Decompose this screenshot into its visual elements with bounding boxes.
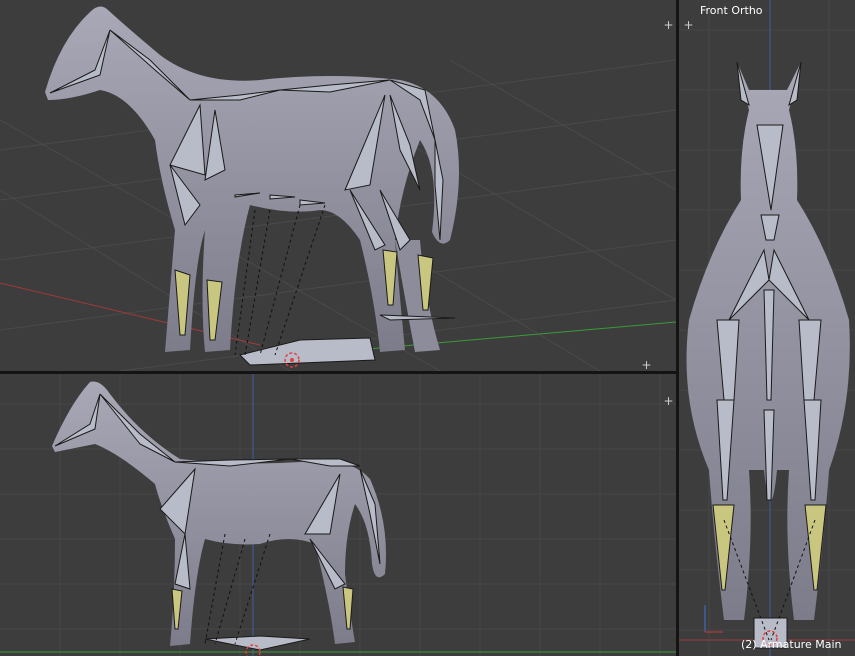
ik-lines-side — [204, 533, 271, 645]
perspective-scene — [0, 6, 676, 371]
viewport-front[interactable]: Front Ortho + (2) Armature Main — [679, 0, 855, 656]
plus-icon[interactable]: + — [663, 395, 674, 407]
horse-mesh — [45, 6, 459, 352]
viewport-perspective[interactable]: + + — [0, 0, 676, 371]
viewport-side[interactable]: + — [0, 374, 676, 656]
viewport-label: Front Ortho — [700, 4, 763, 17]
selected-bones-side — [171, 586, 354, 630]
plus-icon[interactable]: + — [683, 19, 694, 31]
object-info: (2) Armature Main — [741, 638, 842, 651]
horse-mesh-side — [52, 381, 386, 646]
plus-icon[interactable]: + — [663, 19, 674, 31]
front-scene — [679, 0, 855, 656]
side-scene — [0, 374, 676, 656]
axis-gizmo-icon — [704, 605, 723, 633]
plus-icon[interactable]: + — [641, 359, 652, 371]
